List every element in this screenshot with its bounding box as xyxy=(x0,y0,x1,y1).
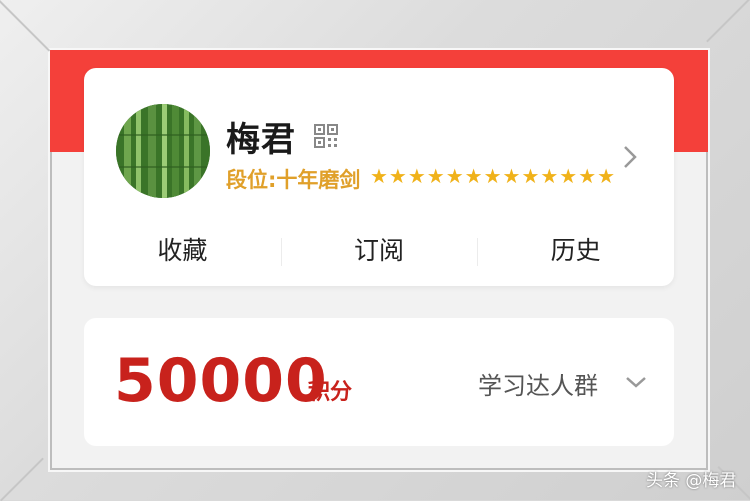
rank-stars: ★★★★★★★★★★★★★ xyxy=(370,164,617,188)
group-selector-label[interactable]: 学习达人群 xyxy=(478,366,598,401)
profile-card[interactable]: 梅君 段位:十年磨剑 ★★★★★★★★★★★★★ 收藏 订阅 历史 xyxy=(84,68,674,286)
rank-label: 段位:十年磨剑 xyxy=(226,168,361,192)
points-card[interactable]: 50000 积分 学习达人群 xyxy=(84,318,674,446)
user-name: 梅君 xyxy=(226,120,296,160)
chevron-down-icon[interactable] xyxy=(624,374,648,390)
bamboo-avatar[interactable] xyxy=(116,104,210,198)
frame-corner xyxy=(706,0,750,43)
watermark: 头条 @梅君 xyxy=(646,471,737,491)
tab-subscriptions[interactable]: 订阅 xyxy=(280,226,478,276)
points-unit: 积分 xyxy=(308,380,353,405)
points-value: 50000 xyxy=(114,346,328,416)
tab-favorites[interactable]: 收藏 xyxy=(84,226,281,276)
picture-frame: 梅君 段位:十年磨剑 ★★★★★★★★★★★★★ 收藏 订阅 历史 50000 … xyxy=(0,0,750,501)
qr-code-icon[interactable] xyxy=(314,124,338,148)
app-screen: 梅君 段位:十年磨剑 ★★★★★★★★★★★★★ 收藏 订阅 历史 50000 … xyxy=(50,50,708,470)
frame-corner xyxy=(0,0,51,52)
chevron-right-icon[interactable] xyxy=(620,144,640,170)
tab-history[interactable]: 历史 xyxy=(477,226,674,276)
profile-tabs: 收藏 订阅 历史 xyxy=(84,226,674,276)
frame-corner xyxy=(0,457,44,501)
